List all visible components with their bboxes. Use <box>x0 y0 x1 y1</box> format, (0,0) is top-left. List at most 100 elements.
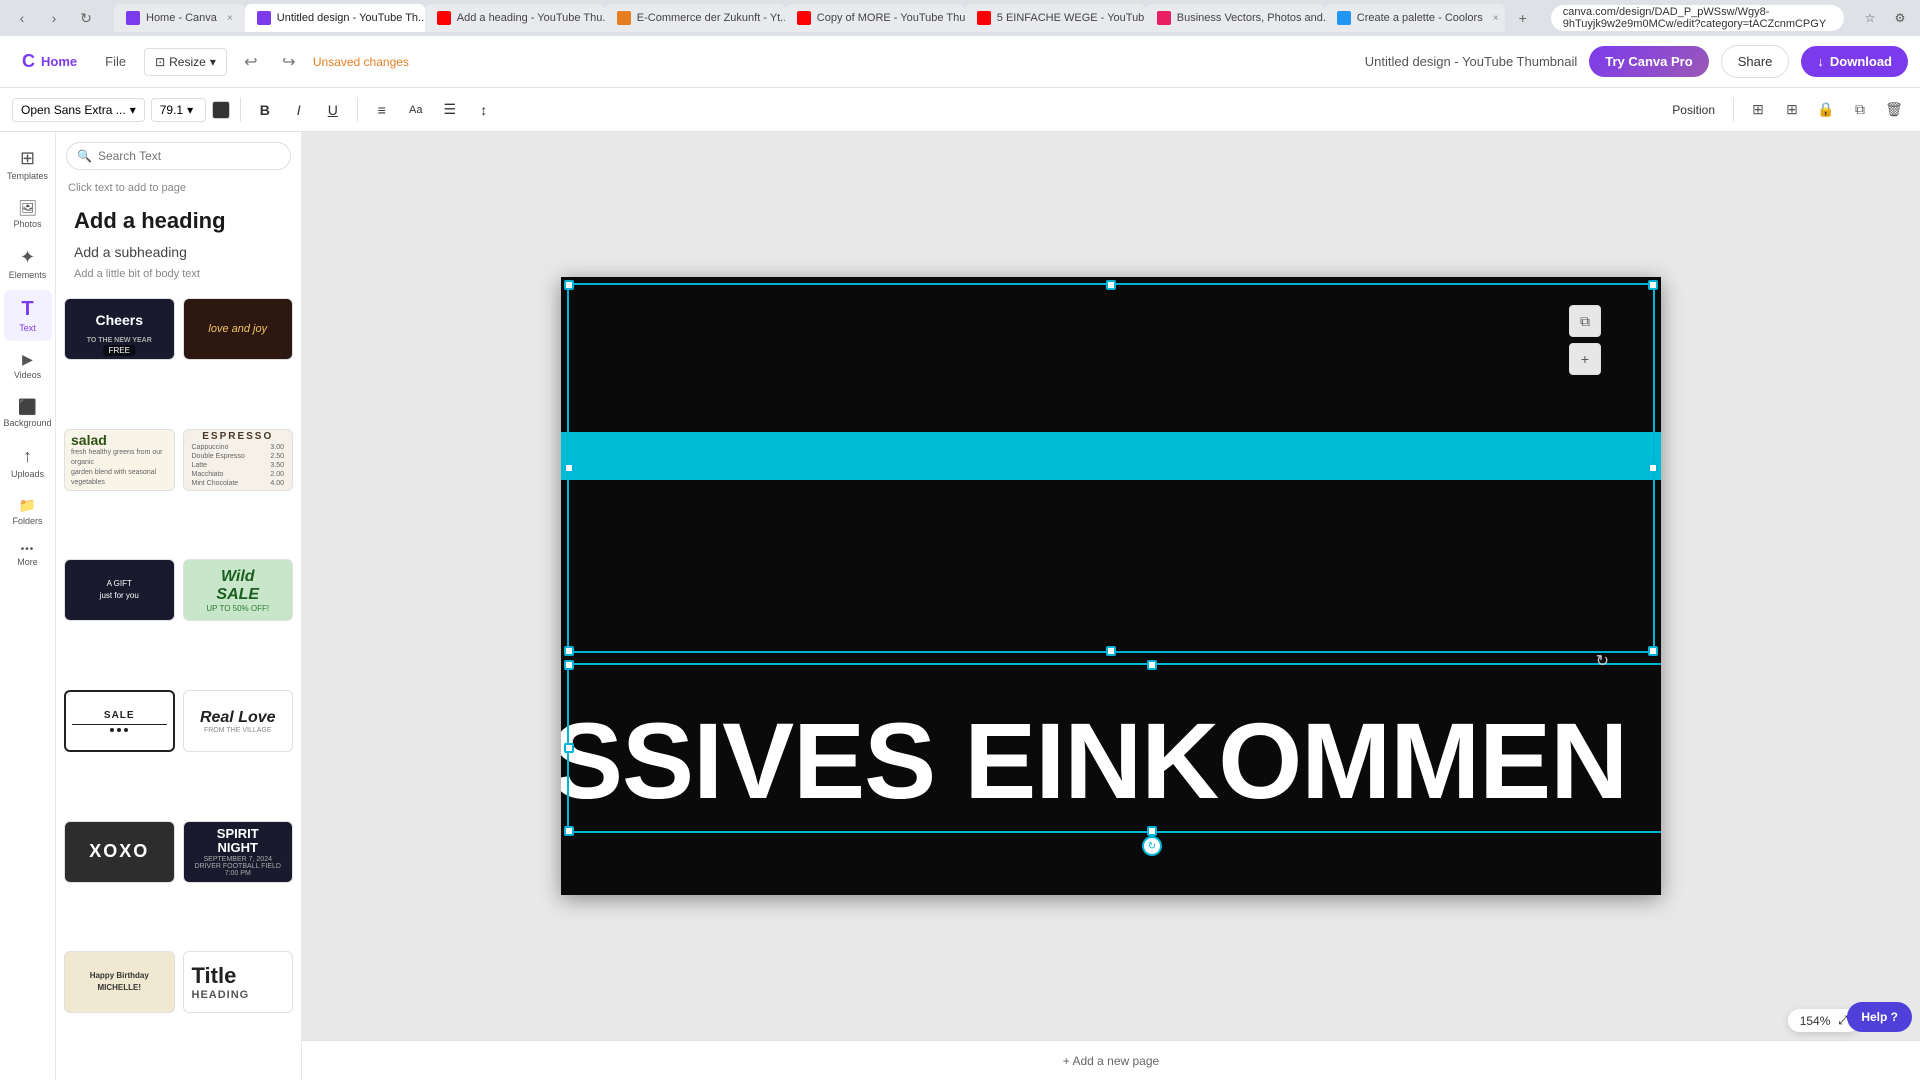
new-tab-button[interactable]: + <box>1509 4 1537 32</box>
canvas-container: SSIVES EINKOMMEN ↻ ⧉ <box>302 132 1920 1040</box>
handle-top-left[interactable] <box>564 660 574 670</box>
tab-business-vectors[interactable]: Business Vectors, Photos and... × <box>1145 4 1325 32</box>
template-card-spirit-night[interactable]: SPIRITNIGHT SEPTEMBER 7, 2024DRIVER FOOT… <box>183 821 294 883</box>
design-canvas[interactable]: SSIVES EINKOMMEN ↻ ⧉ <box>561 277 1661 895</box>
crop-button[interactable]: ⊞ <box>1744 96 1772 124</box>
main-canvas-text[interactable]: SSIVES EINKOMMEN <box>561 707 1641 815</box>
reload-button[interactable]: ↻ <box>72 4 100 32</box>
template-card-xoxo[interactable]: XOXO <box>64 821 175 883</box>
back-button[interactable]: ‹ <box>8 4 36 32</box>
handle-top-right[interactable] <box>1648 280 1658 290</box>
search-input[interactable] <box>98 149 280 163</box>
undo-button[interactable]: ↩ <box>237 48 265 76</box>
sidebar-item-background[interactable]: ⬛ Background <box>4 390 52 436</box>
add-subheading-button[interactable]: Add a subheading <box>66 240 291 264</box>
tab-favicon <box>437 11 451 25</box>
home-button[interactable]: C Home <box>12 45 87 78</box>
handle-bottom-mid[interactable] <box>1106 646 1116 656</box>
grid-button[interactable]: ⊞ <box>1778 96 1806 124</box>
trash-button[interactable]: 🗑 <box>1880 96 1908 124</box>
handle-top-mid[interactable] <box>1106 280 1116 290</box>
file-button[interactable]: File <box>97 48 134 75</box>
sidebar-item-photos[interactable]: 🖼 Photos <box>4 191 52 237</box>
sidebar-item-folders[interactable]: 📁 Folders <box>4 489 52 534</box>
browser-controls: ‹ › ↻ <box>8 4 100 32</box>
template-card-wild-sale[interactable]: WildSALE UP TO 50% OFF! <box>183 559 294 621</box>
sidebar-item-videos[interactable]: ▶ Videos <box>4 343 52 388</box>
redo-button[interactable]: ↪ <box>275 48 303 76</box>
handle-top-left[interactable] <box>564 280 574 290</box>
share-button[interactable]: Share <box>1721 45 1790 78</box>
text-icon: T <box>21 298 33 321</box>
handle-bottom-left[interactable] <box>564 826 574 836</box>
sidebar-item-templates[interactable]: ⊞ Templates <box>4 140 52 189</box>
align-button[interactable]: ≡ <box>368 96 396 124</box>
forward-button[interactable]: › <box>40 4 68 32</box>
add-body-button[interactable]: Add a little bit of body text <box>66 264 291 284</box>
template-card-sale[interactable]: SALE <box>64 690 175 752</box>
videos-icon: ▶ <box>22 351 33 368</box>
template-card-espresso[interactable]: ESPRESSO Cappuccino3.00 Double Espresso2… <box>183 429 294 491</box>
template-card-happy-birthday[interactable]: Happy BirthdayMICHELLE! <box>64 951 175 1013</box>
list-button[interactable]: ☰ <box>436 96 464 124</box>
teal-band <box>561 432 1661 480</box>
italic-button[interactable]: I <box>285 96 313 124</box>
template-card-title-heading[interactable]: Title HEADING <box>183 951 294 1013</box>
toolbar-right-icons: Position ⊞ ⊞ 🔒 ⧉ 🗑 <box>1664 96 1908 124</box>
underline-button[interactable]: U <box>319 96 347 124</box>
template-card-salad[interactable]: salad fresh healthy greens from our orga… <box>64 429 175 491</box>
tab-favicon <box>797 11 811 25</box>
tab-copy-more[interactable]: Copy of MORE - YouTube Thu... × <box>785 4 965 32</box>
tab-home-canva[interactable]: Home - Canva × <box>114 4 245 32</box>
template-card-cheers[interactable]: CheersTO THE NEW YEAR FREE <box>64 298 175 360</box>
text-color-picker[interactable] <box>212 101 230 119</box>
handle-bottom-mid[interactable] <box>1147 826 1157 836</box>
sidebar-item-text[interactable]: T Text <box>4 290 52 341</box>
address-bar[interactable]: canva.com/design/DAD_P_pWSsw/Wgy8-9hTuyj… <box>1551 5 1844 31</box>
tab-add-heading[interactable]: Add a heading - YouTube Thu... × <box>425 4 605 32</box>
divider <box>1733 98 1734 122</box>
rotate-handle[interactable]: ↻ <box>1142 836 1162 856</box>
resize-button[interactable]: ⊡ Resize ▾ <box>144 48 227 76</box>
tab-untitled-design[interactable]: Untitled design - YouTube Th... × <box>245 4 425 32</box>
uploads-icon: ↑ <box>23 446 32 467</box>
add-page-button[interactable]: + Add a new page <box>302 1040 1920 1080</box>
sidebar-item-uploads[interactable]: ↑ Uploads <box>4 438 52 487</box>
resize-icon: ⊡ <box>155 55 165 69</box>
refresh-icon[interactable]: ↻ <box>1596 651 1609 671</box>
sidebar-item-more[interactable]: ••• More <box>4 536 52 575</box>
font-family-selector[interactable]: Open Sans Extra ... ▾ <box>12 98 145 122</box>
template-card-real-love[interactable]: Real Love FROM THE VILLAGE <box>183 690 294 752</box>
handle-bottom-left[interactable] <box>564 646 574 656</box>
canvas-add-button[interactable]: + <box>1569 343 1601 375</box>
tab-create-palette[interactable]: Create a palette - Coolors × <box>1325 4 1505 32</box>
copy-button[interactable]: ⧉ <box>1846 96 1874 124</box>
search-box[interactable]: 🔍 <box>66 142 291 170</box>
format-toolbar: Open Sans Extra ... ▾ 79.1 ▾ B I U ≡ Aa … <box>0 88 1920 132</box>
case-button[interactable]: Aa <box>402 96 430 124</box>
tab-row: Home - Canva × Untitled design - YouTube… <box>114 4 1537 32</box>
handle-bottom-right[interactable] <box>1648 646 1658 656</box>
tab-ecommerce[interactable]: E-Commerce der Zukunft - Yt... × <box>605 4 785 32</box>
browser-bookmark-icon[interactable]: ☆ <box>1858 6 1882 30</box>
canvas-copy-button[interactable]: ⧉ <box>1569 305 1601 337</box>
bold-button[interactable]: B <box>251 96 279 124</box>
chevron-down-icon: ▾ <box>130 103 136 117</box>
browser-extensions-icon[interactable]: ⚙ <box>1888 6 1912 30</box>
download-button[interactable]: ↓ Download <box>1801 46 1908 77</box>
font-size-selector[interactable]: 79.1 ▾ <box>151 98 206 122</box>
toolbar-right: Untitled design - YouTube Thumbnail Try … <box>1365 45 1908 78</box>
position-button[interactable]: Position <box>1664 99 1723 121</box>
handle-top-mid[interactable] <box>1147 660 1157 670</box>
template-card-gift[interactable]: A GIFTjust for you <box>64 559 175 621</box>
tab-5-einfache[interactable]: 5 EINFACHE WEGE - YouTub... × <box>965 4 1145 32</box>
try-canva-pro-button[interactable]: Try Canva Pro <box>1589 46 1708 77</box>
lock-button[interactable]: 🔒 <box>1812 96 1840 124</box>
help-button[interactable]: Help ? <box>1847 1002 1912 1032</box>
tab-close-button[interactable]: × <box>227 13 233 24</box>
spacing-button[interactable]: ↕ <box>470 96 498 124</box>
tab-close-button[interactable]: × <box>1493 13 1499 24</box>
sidebar-item-elements[interactable]: ✦ Elements <box>4 239 52 288</box>
template-card-love-joy[interactable]: love and joy <box>183 298 294 360</box>
add-heading-button[interactable]: Add a heading <box>66 202 291 240</box>
